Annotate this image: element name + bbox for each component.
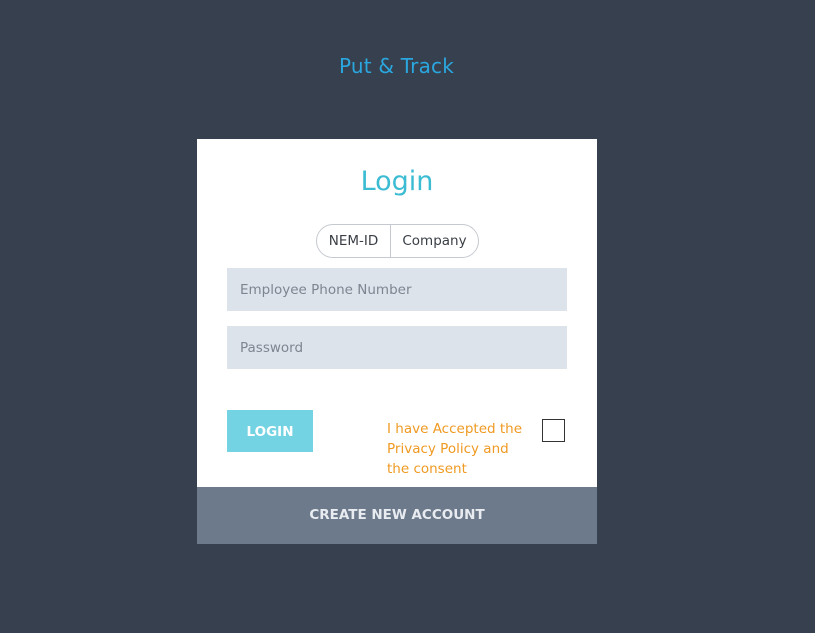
login-button[interactable]: LOGIN	[227, 410, 313, 452]
login-title: Login	[360, 166, 434, 197]
auth-mode-toggle: NEM-ID Company	[316, 224, 479, 258]
nemid-option[interactable]: NEM-ID	[317, 225, 391, 257]
app-brand-title: Put & Track	[338, 54, 455, 78]
password-input[interactable]	[227, 326, 567, 369]
company-option[interactable]: Company	[391, 225, 478, 257]
login-card: Login NEM-ID Company LOGIN I have Accept…	[197, 139, 597, 544]
consent-checkbox[interactable]	[542, 419, 565, 442]
consent-label: I have Accepted the Privacy Policy and t…	[387, 421, 523, 477]
phone-number-input[interactable]	[227, 268, 567, 311]
create-account-button[interactable]: CREATE NEW ACCOUNT	[197, 487, 597, 544]
